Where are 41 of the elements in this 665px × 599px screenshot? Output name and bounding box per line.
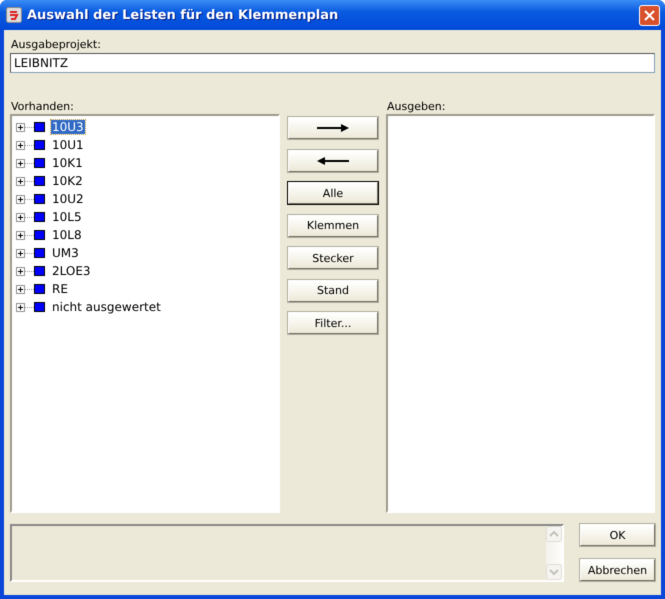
tree-item[interactable]: nicht ausgewertet [51,300,162,314]
expand-icon[interactable] [16,248,25,258]
expand-icon[interactable] [16,140,25,150]
tree-item[interactable]: RE [51,282,69,296]
action-button[interactable]: Stand [288,280,378,302]
expand-icon[interactable] [16,194,25,204]
close-button[interactable] [639,4,660,26]
app-icon [6,7,22,23]
tree-item[interactable]: 10U2 [51,192,85,206]
move-button[interactable] [288,117,378,139]
right-arrow-icon [317,124,349,132]
list-label: Vorhanden: [11,100,75,114]
project-field[interactable]: LEIBNITZ [10,53,655,73]
close-icon [644,10,655,20]
tree-item[interactable]: UM3 [51,246,80,260]
expand-icon[interactable] [16,302,25,312]
tree-item[interactable]: 10L8 [51,228,83,242]
tree-item[interactable]: 10U3 [51,120,85,134]
dialog-button[interactable]: OK [580,524,655,546]
dialog-button[interactable]: Abbrechen [580,559,655,581]
expand-icon[interactable] [16,212,25,222]
tree-item[interactable]: 10K1 [51,156,84,170]
move-button[interactable] [288,150,378,172]
expand-icon[interactable] [16,230,25,240]
tree-item[interactable]: 10L5 [51,210,83,224]
list-label: Ausgeben: [387,100,446,114]
tree-item[interactable]: 10K2 [51,174,84,188]
tree-item[interactable]: 10U1 [51,138,85,152]
window-title: Auswahl der Leisten für den Klemmenplan [27,8,340,22]
expand-icon[interactable] [16,176,25,186]
action-button[interactable]: Filter... [288,312,378,334]
expand-icon[interactable] [16,266,25,276]
action-button[interactable]: Alle [288,182,378,204]
tree-item[interactable]: 2LOE3 [51,264,92,278]
action-button[interactable]: Klemmen [288,214,378,236]
action-button[interactable]: Stecker [288,247,378,269]
left-arrow-icon [317,156,349,164]
expand-icon[interactable] [16,284,25,294]
expand-icon[interactable] [16,122,25,132]
field-label: Ausgabeprojekt: [11,38,102,52]
expand-icon[interactable] [16,158,25,168]
